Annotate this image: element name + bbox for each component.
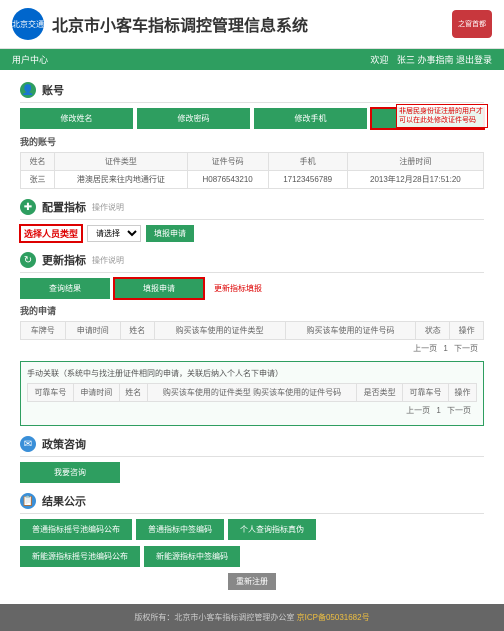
btn-newenergy-win[interactable]: 新能源指标中签编码 bbox=[144, 546, 240, 567]
btn-normal-pool[interactable]: 普通指标摇号池编码公布 bbox=[20, 519, 132, 540]
manual-link-title: 手动关联（系统中与找注册证件相同的申请，关联后纳入个人名下申请） bbox=[27, 368, 477, 379]
pager2-next[interactable]: 下一页 bbox=[447, 406, 471, 415]
pager-num: 1 bbox=[443, 344, 447, 353]
config-icon: ✚ bbox=[20, 199, 36, 215]
my-account-label: 我的账号 bbox=[20, 135, 484, 148]
nav-bar: 用户中心 欢迎 张三 办事指南 退出登录 bbox=[0, 49, 504, 70]
btn-newenergy-pool[interactable]: 新能源指标摇号池编码公布 bbox=[20, 546, 140, 567]
update-icon: ↻ bbox=[20, 252, 36, 268]
account-icon: 👤 bbox=[20, 82, 36, 98]
apply-table: 车牌号 申请时间 姓名 购买该车使用的证件类型 购买该车使用的证件号码 状态 操… bbox=[20, 321, 484, 340]
my-apply-label: 我的申请 bbox=[20, 304, 484, 317]
btn-reregister[interactable]: 重新注册 bbox=[228, 573, 276, 590]
update-desc: 操作说明 bbox=[92, 255, 124, 266]
pager-1: 上一页 1 下一页 bbox=[20, 340, 484, 357]
footer-icp-link[interactable]: 京ICP备05031682号 bbox=[297, 613, 370, 622]
result-icon: 📋 bbox=[20, 493, 36, 509]
btn-normal-win[interactable]: 普通指标中签编码 bbox=[136, 519, 224, 540]
pager-next[interactable]: 下一页 bbox=[454, 344, 478, 353]
nav-username: 张三 bbox=[397, 55, 415, 65]
th-idtype: 证件类型 bbox=[55, 153, 187, 171]
th-regtime: 注册时间 bbox=[347, 153, 483, 171]
tab-query-result[interactable]: 查询结果 bbox=[20, 278, 110, 299]
header: 北京交通 北京市小客车指标调控管理信息系统 之窗首都 bbox=[0, 0, 504, 49]
config-person-type-select[interactable]: 请选择 bbox=[87, 225, 141, 242]
th-idnum: 证件号码 bbox=[187, 153, 268, 171]
footer-text: 版权所有：北京市小客车指标调控管理办公室 bbox=[134, 613, 296, 622]
tab-fill-apply[interactable]: 填报申请 bbox=[114, 278, 204, 299]
logo-left: 北京交通 bbox=[12, 8, 44, 40]
page-title: 北京市小客车指标调控管理信息系统 bbox=[52, 12, 452, 36]
account-title: 账号 bbox=[42, 82, 64, 98]
nav-welcome: 欢迎 bbox=[370, 55, 388, 65]
config-title: 配置指标 bbox=[42, 199, 86, 215]
section-account: 👤 账号 修改姓名 修改密码 修改手机 修改证件号码 非居民身份证注册的用户才可… bbox=[20, 78, 484, 189]
policy-icon: ✉ bbox=[20, 436, 36, 452]
section-result: 📋 结果公示 普通指标摇号池编码公布 普通指标中签编码 个人查询指标真伪 新能源… bbox=[20, 489, 484, 567]
btn-change-phone[interactable]: 修改手机 bbox=[254, 108, 367, 129]
nav-user-center[interactable]: 用户中心 bbox=[12, 53, 364, 66]
nav-logout-link[interactable]: 退出登录 bbox=[456, 55, 492, 65]
account-table: 姓名 证件类型 证件号码 手机 注册时间 张三 港澳居民来往内地通行证 H087… bbox=[20, 152, 484, 189]
config-fill-button[interactable]: 填报申请 bbox=[146, 225, 194, 242]
result-title: 结果公示 bbox=[42, 493, 86, 509]
pager-prev[interactable]: 上一页 bbox=[413, 344, 437, 353]
table-row: 张三 港澳居民来往内地通行证 H0876543210 17123456789 2… bbox=[21, 171, 484, 189]
th-name: 姓名 bbox=[21, 153, 55, 171]
config-desc: 操作说明 bbox=[92, 202, 124, 213]
btn-change-name[interactable]: 修改姓名 bbox=[20, 108, 133, 129]
section-policy: ✉ 政策咨询 我要咨询 bbox=[20, 432, 484, 483]
footer: 版权所有：北京市小客车指标调控管理办公室 京ICP备05031682号 bbox=[0, 604, 504, 631]
th-phone: 手机 bbox=[268, 153, 347, 171]
section-config: ✚ 配置指标 操作说明 选择人员类型 请选择 填报申请 bbox=[20, 195, 484, 242]
btn-consult[interactable]: 我要咨询 bbox=[20, 462, 120, 483]
manual-link-box: 手动关联（系统中与找注册证件相同的申请，关联后纳入个人名下申请） 可靠车号 申请… bbox=[20, 361, 484, 426]
pager-2: 上一页 1 下一页 bbox=[27, 402, 477, 419]
config-person-type-label: 选择人员类型 bbox=[20, 225, 82, 242]
annotation-idnum: 非居民身份证注册的用户才可以在此处修改证件号码 bbox=[396, 104, 488, 128]
manual-table: 可靠车号 申请时间 姓名 购买该车使用的证件类型 购买该车使用的证件号码 是否类… bbox=[27, 383, 477, 402]
update-title: 更新指标 bbox=[42, 252, 86, 268]
update-red-label: 更新指标填报 bbox=[214, 283, 262, 294]
pager2-num: 1 bbox=[436, 406, 440, 415]
section-update: ↻ 更新指标 操作说明 查询结果 填报申请 更新指标填报 我的申请 车牌号 申请… bbox=[20, 248, 484, 426]
nav-help-link[interactable]: 办事指南 bbox=[417, 55, 453, 65]
pager2-prev[interactable]: 上一页 bbox=[406, 406, 430, 415]
policy-title: 政策咨询 bbox=[42, 436, 86, 452]
btn-change-password[interactable]: 修改密码 bbox=[137, 108, 250, 129]
logo-right: 之窗首都 bbox=[452, 10, 492, 38]
btn-personal-query[interactable]: 个人查询指标真伪 bbox=[228, 519, 316, 540]
